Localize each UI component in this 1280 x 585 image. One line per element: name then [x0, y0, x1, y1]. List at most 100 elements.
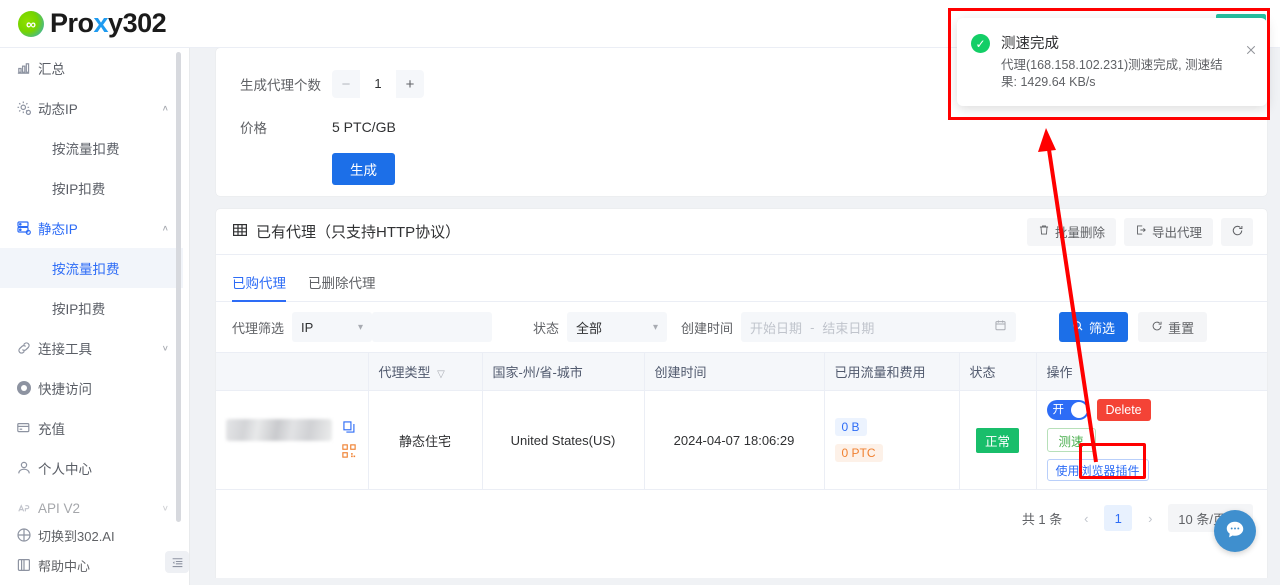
stepper-value[interactable]: 1: [360, 70, 396, 98]
pagination-next-button[interactable]: ›: [1139, 505, 1161, 531]
proxy-list-card: 已有代理（只支持HTTP协议） 批量删除 导出代理 已购代理 已删除代理 代理筛…: [216, 209, 1267, 585]
batch-delete-button[interactable]: 批量删除: [1026, 217, 1116, 246]
proxy-table: 代理类型 ▽ 国家-州/省-城市 创建时间 已用流量和费用 状态 操作 静态住宅…: [216, 352, 1267, 490]
sidebar-item-dynamic-ip[interactable]: 动态IP ∧: [0, 88, 183, 128]
search-filter-button[interactable]: 筛选: [1059, 312, 1129, 342]
filter-bar: 代理筛选 IP ▾ 状态 全部 ▾ 创建时间 开始日期 - 结束日期 筛选 重置: [216, 302, 1267, 352]
pagination-page-1[interactable]: 1: [1104, 505, 1133, 531]
cell-location: United States(US): [481, 390, 644, 490]
sidebar-subitem-static-ip-billing[interactable]: 按IP扣费: [0, 288, 183, 328]
sidebar-item-label: 连接工具: [38, 342, 92, 357]
tab-purchased-proxies[interactable]: 已购代理: [232, 262, 286, 302]
user-icon: [16, 460, 38, 476]
toast-content: 测速完成 代理(168.158.102.231)测速完成, 测速结果: 1429…: [1001, 32, 1237, 92]
created-date-range-picker[interactable]: 开始日期 - 结束日期: [741, 312, 1017, 342]
ip-cell-content: [226, 419, 358, 461]
brand-name-suffix: y302: [108, 8, 167, 38]
delete-button[interactable]: Delete: [1096, 399, 1151, 421]
export-icon: [1135, 224, 1147, 239]
browser-plugin-button[interactable]: 使用浏览器插件: [1046, 459, 1149, 481]
sidebar-item-static-ip[interactable]: 静态IP ∧: [0, 208, 183, 248]
masked-ip-value: [226, 419, 332, 441]
sidebar-item-personal-center[interactable]: 个人中心: [0, 448, 183, 488]
sidebar-item-help-center[interactable]: 帮助中心: [0, 550, 183, 580]
batch-delete-label: 批量删除: [1054, 226, 1105, 240]
proxy-list-tabs: 已购代理 已删除代理: [216, 262, 1267, 302]
search-filter-label: 筛选: [1089, 320, 1116, 336]
stepper-increase-button[interactable]: +: [396, 70, 424, 98]
reset-filter-button[interactable]: 重置: [1138, 312, 1208, 342]
proxy302-logo-icon: ∞: [18, 10, 44, 37]
cost-badge: 0 PTC: [834, 444, 883, 462]
column-header-created-time: 创建时间: [643, 352, 824, 391]
pagination-total: 共 1 条: [1021, 511, 1063, 527]
close-icon[interactable]: [1245, 44, 1257, 56]
qrcode-icon[interactable]: [342, 444, 356, 461]
quantity-stepper[interactable]: − 1 +: [332, 70, 424, 98]
ip-cell-icons: [342, 419, 356, 461]
column-header-proxy-type[interactable]: 代理类型 ▽: [367, 352, 482, 391]
sidebar: 汇总 动态IP ∧ 按流量扣费 按IP扣费 静态IP ∧ 按流量扣费 按IP扣费…: [0, 48, 190, 585]
pagination-prev-button[interactable]: ‹: [1075, 505, 1097, 531]
status-filter-label: 状态: [533, 320, 560, 336]
page-root: ∞ Proxy302 汇总 动态IP ∧ 按流量扣费 按IP扣费 静态IP ∧ …: [0, 0, 1280, 585]
copy-icon[interactable]: [342, 420, 356, 437]
sidebar-item-recharge[interactable]: 充值: [0, 408, 183, 448]
export-proxy-button[interactable]: 导出代理: [1123, 217, 1213, 246]
operations-row-primary: 开 Delete: [1046, 399, 1151, 421]
toast-title: 测速完成: [1001, 36, 1059, 52]
sidebar-item-api-v2[interactable]: API V2 ∨: [0, 488, 183, 528]
proxy-filter-label: 代理筛选: [232, 320, 285, 336]
main-content: 生成代理个数 − 1 + 价格 5 PTC/GB 生成 已有代理（只支持HTTP…: [197, 48, 1280, 585]
sidebar-item-connection-tools[interactable]: 连接工具 ∨: [0, 328, 183, 368]
switch-icon: [16, 527, 38, 543]
proxy-filter-input[interactable]: [372, 312, 493, 342]
brand-logo[interactable]: ∞ Proxy302: [18, 8, 167, 39]
sidebar-item-summary[interactable]: 汇总: [0, 48, 183, 88]
usage-group: 0 B 0 PTC: [834, 418, 949, 462]
brand-name: Proxy302: [50, 8, 167, 39]
column-header-proxy-type-label: 代理类型: [378, 365, 431, 380]
sidebar-subitem-static-traffic[interactable]: 按流量扣费: [0, 248, 183, 288]
column-header-usage: 已用流量和费用: [823, 352, 959, 391]
api-icon: [16, 501, 38, 516]
price-row: 价格 5 PTC/GB: [240, 117, 1267, 137]
column-header-status: 状态: [958, 352, 1036, 391]
refresh-list-button[interactable]: [1221, 217, 1253, 246]
status-filter-value: 全部: [576, 320, 603, 336]
column-header-operations: 操作: [1035, 352, 1267, 391]
proxy-table-body: 静态住宅 United States(US) 2024-04-07 18:06:…: [216, 390, 1267, 490]
reset-filter-label: 重置: [1168, 320, 1195, 336]
chat-support-button[interactable]: [1214, 510, 1256, 552]
link-icon: [16, 340, 38, 356]
sidebar-item-label: 静态IP: [38, 222, 78, 237]
sort-icon[interactable]: ▽: [437, 369, 445, 380]
proxy-enable-toggle[interactable]: 开: [1046, 400, 1089, 420]
speed-test-button[interactable]: 测速: [1046, 428, 1096, 452]
sidebar-subitem-dynamic-ip-billing[interactable]: 按IP扣费: [0, 168, 183, 208]
tab-deleted-proxies[interactable]: 已删除代理: [308, 262, 376, 302]
chevron-down-icon: ▾: [653, 321, 659, 333]
chevron-up-icon: ∧: [161, 103, 169, 113]
sidebar-scrollbar[interactable]: [176, 52, 181, 522]
proxy-filter-select[interactable]: IP ▾: [292, 312, 373, 342]
sidebar-scroll-area: 汇总 动态IP ∧ 按流量扣费 按IP扣费 静态IP ∧ 按流量扣费 按IP扣费…: [0, 48, 183, 585]
table-header-row: 代理类型 ▽ 国家-州/省-城市 创建时间 已用流量和费用 状态 操作: [216, 352, 1267, 391]
table-icon: [232, 222, 248, 242]
proxy-list-header: 已有代理（只支持HTTP协议） 批量删除 导出代理: [216, 209, 1267, 255]
stepper-decrease-button[interactable]: −: [332, 70, 360, 98]
sidebar-subitem-label: 按流量扣费: [52, 142, 120, 157]
refresh-icon: [1231, 224, 1244, 240]
generate-button-row: 生成: [240, 153, 1267, 185]
brand-name-prefix: Pro: [50, 8, 94, 38]
sidebar-subitem-dynamic-traffic[interactable]: 按流量扣费: [0, 128, 183, 168]
collapse-sidebar-button[interactable]: [165, 551, 189, 573]
status-filter-select[interactable]: 全部 ▾: [567, 312, 668, 342]
proxy-filter-value: IP: [301, 319, 314, 335]
generate-button[interactable]: 生成: [332, 153, 395, 185]
toggle-knob: [1070, 402, 1087, 418]
chrome-icon: [16, 380, 38, 396]
proxy-list-actions: 批量删除 导出代理: [1026, 217, 1253, 246]
cell-proxy-type: 静态住宅: [367, 390, 482, 490]
sidebar-item-quick-access[interactable]: 快捷访问: [0, 368, 183, 408]
